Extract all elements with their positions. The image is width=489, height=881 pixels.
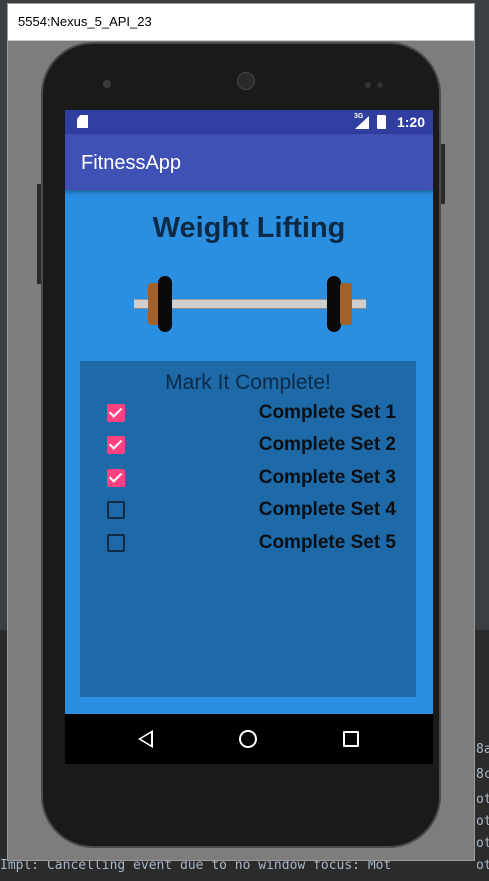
set-row-4[interactable]: Complete Set 4 [80,495,416,525]
console-fragment: ot [476,814,489,829]
console-fragment: 8c [476,767,489,782]
proximity-sensor [365,82,371,88]
checkbox-set-1[interactable] [107,404,125,422]
set-label-2: Complete Set 2 [258,434,396,455]
navigation-bar [65,714,433,764]
power-button[interactable] [37,184,41,284]
light-sensor [377,82,383,88]
set-row-1[interactable]: Complete Set 1 [80,398,416,428]
back-triangle-icon[interactable] [138,730,153,748]
barbell-image [134,276,366,332]
home-circle-icon[interactable] [239,730,257,748]
app-toolbar: FitnessApp [65,134,433,190]
page-title: Weight Lifting [152,212,346,244]
volume-button[interactable] [441,144,445,204]
console-fragment: ot [476,836,489,851]
set-row-5[interactable]: Complete Set 5 [80,528,416,558]
set-label-5: Complete Set 5 [258,532,396,553]
status-bar: 3G 1:20 [65,110,433,134]
app-title: FitnessApp [81,152,182,174]
panel-title: Mark It Complete! [165,371,331,394]
console-fragment: ot [476,792,489,807]
checkbox-set-5[interactable] [107,534,125,552]
checkbox-set-2[interactable] [107,436,125,454]
device-screen: 3G 1:20 FitnessApp Weight Lifting Mark I… [65,110,433,764]
status-time: 1:20 [396,114,425,130]
sd-card-icon [77,115,88,128]
weight-plate-right-outer [340,283,352,325]
emulator-title: 5554:Nexus_5_API_23 [18,14,152,29]
signal-icon [355,116,369,129]
battery-charging-icon [377,115,386,129]
sets-panel: Mark It Complete! Complete Set 1 Complet… [80,361,416,697]
set-label-3: Complete Set 3 [258,467,396,488]
set-row-3[interactable]: Complete Set 3 [80,463,416,493]
weight-plate-left-inner [158,276,172,332]
console-fragment: 8a [476,742,489,757]
set-label-1: Complete Set 1 [258,402,396,423]
emulator-title-bar[interactable]: 5554:Nexus_5_API_23 [8,4,474,41]
console-fragment: ot [476,858,489,873]
weight-plate-right-inner [327,276,341,332]
recents-square-icon[interactable] [343,731,359,747]
front-camera [103,80,111,88]
checkbox-set-4[interactable] [107,501,125,519]
emulator-window: 5554:Nexus_5_API_23 3G 1:20 FitnessApp W… [7,3,475,861]
checkbox-set-3[interactable] [107,469,125,487]
set-row-2[interactable]: Complete Set 2 [80,430,416,460]
set-label-4: Complete Set 4 [258,499,396,520]
earpiece-speaker [237,72,255,90]
